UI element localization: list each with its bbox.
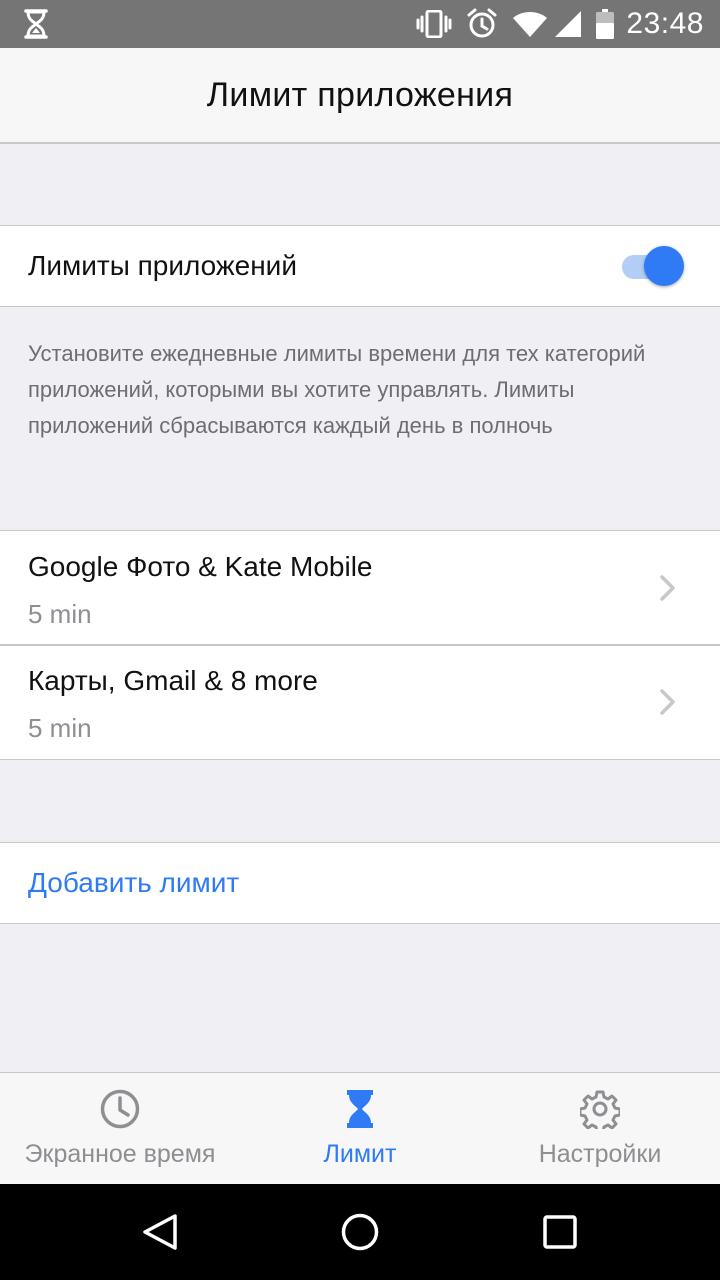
app-limits-screen: 23:48 Лимит приложения Лимиты приложений… xyxy=(0,0,720,1280)
system-navigation-bar xyxy=(0,1184,720,1280)
limit-item-duration: 5 min xyxy=(28,599,92,629)
tab-label: Экранное время xyxy=(24,1140,216,1168)
limit-item-title: Карты, Gmail & 8 more xyxy=(28,665,318,696)
chevron-right-icon xyxy=(656,687,680,717)
tab-label: Настройки xyxy=(538,1140,662,1168)
status-time: 23:48 xyxy=(626,7,704,40)
add-limit-button[interactable]: Добавить лимит xyxy=(28,867,239,899)
vibrate-icon xyxy=(416,10,452,38)
tab-limit[interactable]: Лимит xyxy=(240,1073,480,1185)
tab-settings[interactable]: Настройки xyxy=(480,1073,720,1185)
limit-item-maps-gmail[interactable]: Карты, Gmail & 8 more 5 min xyxy=(0,645,720,759)
clock-icon xyxy=(100,1089,140,1129)
cell-signal-icon xyxy=(554,10,582,38)
tab-screen-time[interactable]: Экранное время xyxy=(0,1073,240,1185)
limits-description: Установите ежедневные лимиты времени для… xyxy=(28,341,646,438)
battery-icon xyxy=(596,9,615,39)
tab-label: Лимит xyxy=(323,1140,397,1168)
limits-list: Google Фото & Kate Mobile 5 min Карты, G… xyxy=(0,530,720,760)
wifi-icon xyxy=(512,10,548,38)
hourglass-icon xyxy=(340,1089,380,1129)
gear-icon xyxy=(578,1089,622,1134)
hourglass-icon xyxy=(22,8,52,40)
status-bar: 23:48 xyxy=(0,0,720,48)
add-limit-row[interactable]: Добавить лимит xyxy=(0,842,720,924)
navigation-header: Лимит приложения xyxy=(0,48,720,144)
app-limits-toggle-label: Лимиты приложений xyxy=(28,250,297,281)
back-icon[interactable] xyxy=(140,1212,180,1252)
app-limits-toggle-row: Лимиты приложений xyxy=(0,225,720,307)
page-title: Лимит приложения xyxy=(206,75,514,114)
limit-item-title: Google Фото & Kate Mobile xyxy=(28,551,373,582)
limit-item-google-photos-kate[interactable]: Google Фото & Kate Mobile 5 min xyxy=(0,531,720,646)
switch-thumb xyxy=(644,246,684,286)
chevron-right-icon xyxy=(656,573,680,603)
tab-bar: Экранное время Лимит Настройки xyxy=(0,1072,720,1185)
recent-apps-icon[interactable] xyxy=(540,1212,580,1252)
limit-item-duration: 5 min xyxy=(28,713,92,743)
home-icon[interactable] xyxy=(340,1212,380,1252)
alarm-icon xyxy=(466,8,498,40)
app-limits-switch[interactable] xyxy=(618,245,686,289)
